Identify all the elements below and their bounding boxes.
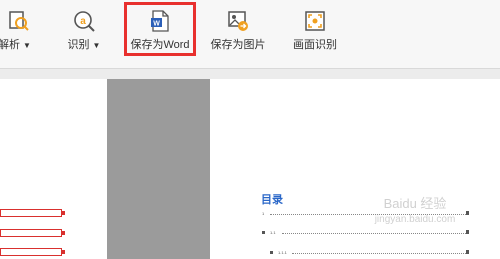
watermark-line2: jingyan.baidu.com — [374, 214, 456, 225]
toc-entry: 1.1.1 — [278, 250, 287, 255]
highlight-box — [124, 2, 196, 56]
parse-button[interactable]: 解析 ▼ — [0, 0, 48, 68]
screen-recognize-label: 画面识别 — [293, 39, 337, 51]
recognize-button[interactable]: a 识别 ▼ — [62, 0, 106, 68]
save-as-image-label: 保存为图片 — [210, 39, 266, 51]
image-export-icon — [228, 11, 248, 31]
screen-recognize-button[interactable]: 画面识别 — [286, 0, 344, 68]
toc-highlight-box — [0, 229, 65, 237]
toc-bullet — [270, 251, 273, 254]
screen-recognize-icon — [305, 11, 325, 31]
recognize-icon: a — [74, 11, 95, 32]
toc-leader — [292, 253, 466, 255]
recognize-label: 识别 — [67, 39, 90, 51]
toc-page-number — [466, 250, 469, 254]
watermark: Baidu 经验 jingyan.baidu.com — [345, 196, 485, 246]
parse-icon — [9, 11, 29, 31]
toc-highlight-box — [0, 248, 65, 256]
parse-label: 解析 — [0, 39, 20, 51]
toolbar: 解析 ▼ a 识别 ▼ W 保存为Word 保存为图片 画面识别 — [0, 0, 500, 69]
toc-entry: 1.1 — [270, 230, 276, 235]
watermark-line1: Baidu 经验 — [383, 196, 447, 211]
chevron-down-icon: ▼ — [23, 41, 31, 50]
toc-entry: 1 — [262, 211, 265, 216]
toc-highlight-box — [0, 209, 65, 217]
page-gap — [107, 79, 210, 259]
svg-text:a: a — [80, 16, 86, 27]
chevron-down-icon: ▼ — [92, 41, 101, 50]
toc-bullet — [262, 231, 265, 234]
toc-title: 目录 — [261, 194, 283, 206]
save-as-image-button[interactable]: 保存为图片 — [206, 0, 270, 68]
